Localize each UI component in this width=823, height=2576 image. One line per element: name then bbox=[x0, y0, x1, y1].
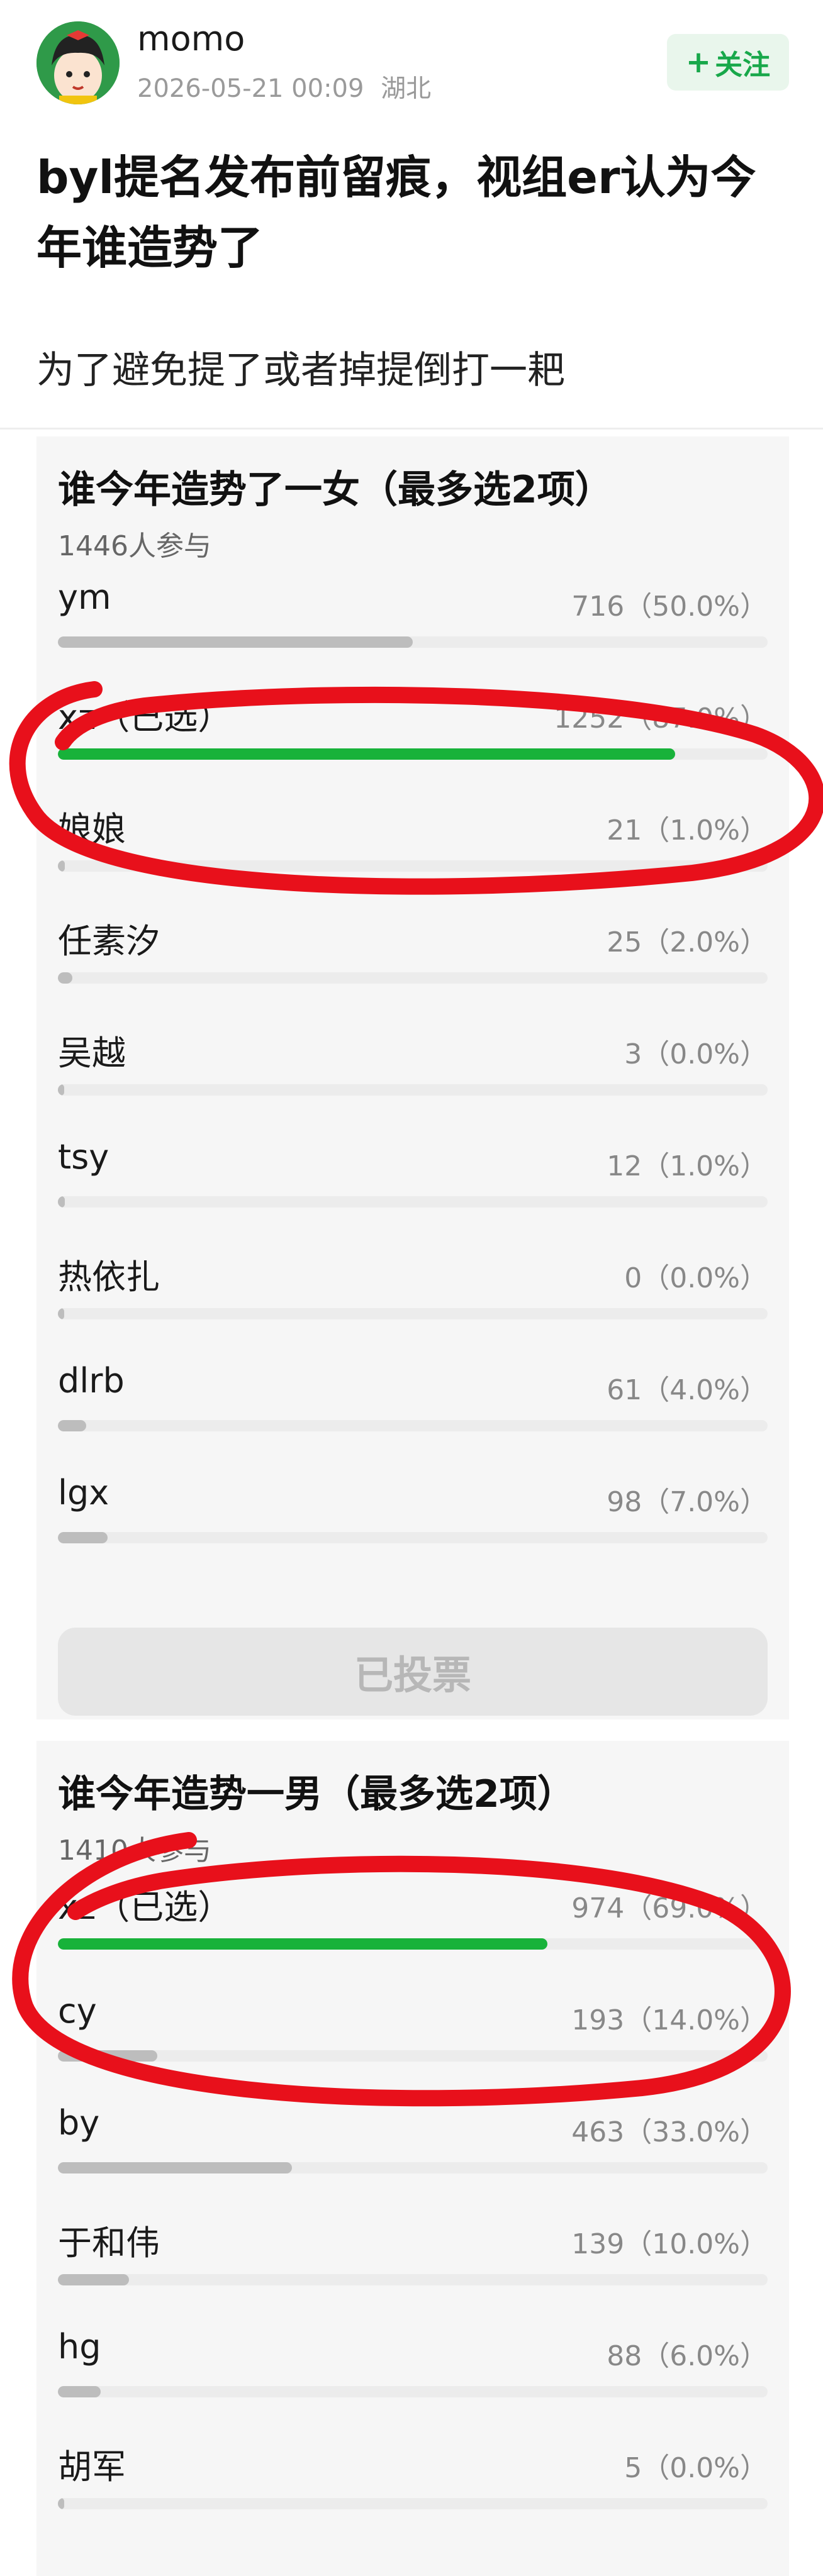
poll-option-bar bbox=[58, 636, 768, 648]
poll-option-bar-fill bbox=[58, 2386, 101, 2397]
poll-option-bar-fill bbox=[58, 1084, 64, 1096]
poll-participants: 1446人参与 bbox=[58, 530, 211, 562]
poll-option-label[interactable]: 吴越 bbox=[58, 1025, 126, 1075]
post-location: 湖北 bbox=[381, 74, 432, 103]
poll-participants: 1410人参与 bbox=[58, 1835, 211, 1867]
poll-option-bar-fill bbox=[58, 2498, 64, 2509]
poll-option-bar bbox=[58, 1420, 768, 1431]
poll-option-stat: 139（10.0%） bbox=[571, 2228, 768, 2260]
poll-option-bar-fill bbox=[58, 636, 413, 648]
follow-label: 关注 bbox=[715, 49, 771, 81]
poll-option-bar bbox=[58, 860, 768, 872]
poll-option-stat: 21（1.0%） bbox=[607, 814, 768, 847]
poll-option-stat: 25（2.0%） bbox=[607, 926, 768, 958]
follow-button[interactable]: + 关注 bbox=[667, 34, 789, 91]
poll-option-label[interactable]: tsy bbox=[58, 1137, 109, 1177]
poll-option-label[interactable]: 于和伟 bbox=[58, 2215, 160, 2265]
poll-option-stat: 61（4.0%） bbox=[607, 1374, 768, 1406]
poll-option-label[interactable]: cy bbox=[58, 1991, 97, 2031]
poll-option-bar bbox=[58, 2498, 768, 2509]
poll-option-bar-fill bbox=[58, 1420, 87, 1431]
poll-option-stat: 3（0.0%） bbox=[624, 1038, 768, 1070]
poll-option-bar-fill bbox=[58, 972, 72, 984]
username[interactable]: momo bbox=[137, 19, 245, 58]
poll-option-bar-fill bbox=[58, 2162, 293, 2174]
voted-button[interactable]: 已投票 bbox=[58, 1628, 768, 1716]
poll-option-stat: 193（14.0%） bbox=[571, 2004, 768, 2036]
poll-option-label[interactable]: ym bbox=[58, 577, 111, 617]
poll-option-bar-fill bbox=[58, 860, 65, 872]
poll-option-bar-fill bbox=[58, 1532, 108, 1543]
poll-option-bar bbox=[58, 1532, 768, 1543]
poll-option-bar bbox=[58, 2386, 768, 2397]
poll-option-label[interactable]: 娘娘 bbox=[58, 801, 126, 851]
poll-option-bar bbox=[58, 1084, 768, 1096]
avatar[interactable] bbox=[36, 21, 120, 104]
poll-option-stat: 974（69.0%） bbox=[571, 1892, 768, 1924]
poll-option-bar-fill bbox=[58, 2274, 129, 2285]
post-title: byl提名发布前留痕，视组er认为今年谁造势了 bbox=[36, 151, 756, 274]
post-timestamp: 2026-05-21 00:09 bbox=[137, 74, 364, 103]
avatar-illustration-icon bbox=[36, 21, 120, 104]
poll-option-bar-fill bbox=[58, 1308, 64, 1319]
plus-icon: + bbox=[685, 45, 712, 80]
poll-option-bar bbox=[58, 1938, 768, 1950]
poll-option-bar bbox=[58, 1196, 768, 1208]
poll-option-bar-fill bbox=[58, 1196, 65, 1208]
poll-option-bar-fill bbox=[58, 1938, 548, 1950]
poll-option-stat: 716（50.0%） bbox=[571, 591, 768, 623]
poll-option-label[interactable]: 胡军 bbox=[58, 2439, 126, 2489]
poll-option-bar bbox=[58, 972, 768, 984]
post-header: momo 2026-05-21 00:09 湖北 + 关注 bbox=[0, 0, 823, 107]
poll-option-bar-fill bbox=[58, 2050, 157, 2062]
poll-question: 谁今年造势了一女（最多选2项） bbox=[58, 468, 613, 512]
poll-option-label[interactable]: 热依扎 bbox=[58, 1249, 160, 1299]
poll-option-bar-fill bbox=[58, 748, 676, 760]
poll-card: 谁今年造势了一女（最多选2项） 1446人参与 ym 716（50.0%） xz（已… bbox=[36, 436, 789, 1719]
poll-option-stat: 98（7.0%） bbox=[607, 1486, 768, 1518]
poll-option-label[interactable]: xz（已选） bbox=[58, 1879, 232, 1929]
poll-option-bar bbox=[58, 2050, 768, 2062]
poll-option-stat: 12（1.0%） bbox=[607, 1150, 768, 1182]
poll-option-bar bbox=[58, 2162, 768, 2174]
poll-option-bar bbox=[58, 1308, 768, 1319]
poll-option-stat: 5（0.0%） bbox=[624, 2452, 768, 2484]
post-meta: 2026-05-21 00:09 湖北 bbox=[137, 68, 431, 104]
divider bbox=[0, 428, 823, 430]
poll-option-stat: 463（33.0%） bbox=[571, 2116, 768, 2148]
poll-option-stat: 88（6.0%） bbox=[607, 2340, 768, 2372]
poll-option-label[interactable]: by bbox=[58, 2103, 99, 2143]
poll-option-stat: 0（0.0%） bbox=[624, 1262, 768, 1294]
poll-option-label[interactable]: lgx bbox=[58, 1473, 109, 1513]
poll-option-label[interactable]: 任素汐 bbox=[58, 913, 160, 963]
poll-option-label[interactable]: dlrb bbox=[58, 1361, 125, 1401]
poll-option-label[interactable]: hg bbox=[58, 2327, 101, 2367]
poll-option-bar bbox=[58, 748, 768, 760]
poll-question: 谁今年造势一男（最多选2项） bbox=[58, 1772, 575, 1816]
post-body: 为了避免提了或者掉提倒打一耙 bbox=[36, 348, 565, 392]
poll-option-stat: 1252（87.0%） bbox=[554, 702, 768, 735]
poll-card: 谁今年造势一男（最多选2项） 1410人参与 xz（已选） 974（69.0%） c… bbox=[36, 1741, 789, 2576]
poll-option-bar bbox=[58, 2274, 768, 2285]
poll-option-label[interactable]: xz（已选） bbox=[58, 689, 232, 739]
